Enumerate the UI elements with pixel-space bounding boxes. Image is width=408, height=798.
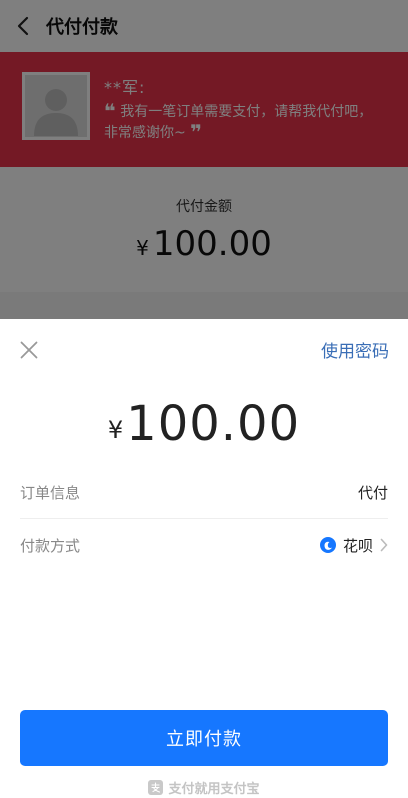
sheet-amount: ¥100.00 bbox=[0, 396, 408, 452]
payment-sheet: 使用密码 ¥100.00 订单信息 代付 付款方式 花呗 立即付款 支付就用支付… bbox=[0, 319, 408, 798]
use-password-link[interactable]: 使用密码 bbox=[321, 337, 389, 362]
sheet-header: 使用密码 bbox=[0, 319, 408, 377]
order-info-value: 代付 bbox=[357, 484, 388, 502]
sheet-currency-symbol: ¥ bbox=[107, 416, 124, 444]
close-icon bbox=[20, 341, 38, 359]
footer-slogan: 支付就用支付宝 bbox=[0, 777, 408, 797]
payment-method-label: 付款方式 bbox=[20, 536, 81, 555]
payment-method-selector[interactable]: 花呗 bbox=[319, 535, 388, 556]
footer-text: 支付就用支付宝 bbox=[168, 781, 260, 797]
order-info-label: 订单信息 bbox=[20, 484, 81, 502]
pay-now-button[interactable]: 立即付款 bbox=[20, 710, 388, 766]
alipay-logo-icon bbox=[148, 779, 164, 795]
payment-method-value: 花呗 bbox=[342, 536, 373, 555]
chevron-right-icon bbox=[380, 538, 388, 552]
close-button[interactable] bbox=[14, 335, 44, 365]
huabei-icon bbox=[319, 537, 336, 553]
payment-method-row[interactable]: 付款方式 花呗 bbox=[20, 519, 388, 571]
sheet-amount-number: 100.00 bbox=[126, 396, 301, 452]
order-info-row: 订单信息 代付 bbox=[20, 467, 388, 519]
